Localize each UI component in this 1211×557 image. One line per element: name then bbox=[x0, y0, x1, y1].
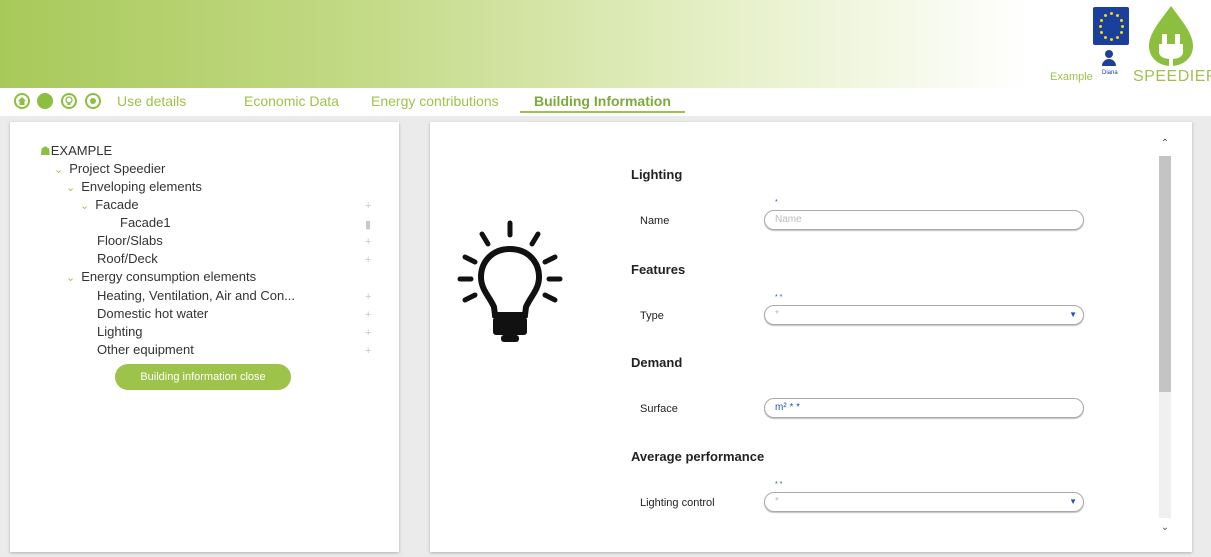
tree-item-dhw[interactable]: Domestic hot water bbox=[97, 306, 208, 321]
delete-icon[interactable]: ▮ bbox=[365, 218, 371, 231]
section-performance-title: Average performance bbox=[631, 449, 765, 464]
tree-item-enveloping[interactable]: ⌄ Enveloping elements bbox=[66, 179, 202, 194]
chevron-down-icon: ⌄ bbox=[66, 182, 76, 194]
scroll-thumb[interactable] bbox=[1159, 156, 1171, 392]
section-lighting-title: Lighting bbox=[631, 167, 683, 182]
globe-icon[interactable] bbox=[37, 93, 53, 109]
tree-item-facade[interactable]: ⌄ Facade bbox=[80, 197, 139, 212]
chevron-down-icon: ⌄ bbox=[66, 272, 76, 284]
add-icon[interactable]: + bbox=[365, 327, 371, 339]
building-information-close-button[interactable]: Building information close bbox=[115, 364, 291, 390]
surface-field[interactable]: m² * * bbox=[764, 398, 1084, 418]
type-label: Type bbox=[640, 310, 664, 322]
caret-down-icon: ▼ bbox=[1069, 497, 1077, 506]
name-required-marker: * bbox=[775, 199, 778, 206]
target-icon[interactable] bbox=[85, 93, 101, 109]
tab-building-information[interactable]: Building Information bbox=[520, 93, 685, 113]
add-icon[interactable]: + bbox=[365, 236, 371, 248]
bulb-icon[interactable] bbox=[61, 93, 77, 109]
tree-root-label: EXAMPLE bbox=[50, 143, 113, 158]
app-header: Diana Example SPEEDIER bbox=[0, 0, 1211, 88]
add-icon[interactable]: + bbox=[365, 345, 371, 357]
name-placeholder: Name bbox=[775, 214, 802, 225]
form-scrollbar[interactable]: ⌃ ⌄ bbox=[1158, 136, 1172, 538]
control-required-marker: * * bbox=[775, 481, 783, 488]
tree-item-floor[interactable]: Floor/Slabs bbox=[97, 233, 163, 248]
tree-item-label: Facade bbox=[95, 197, 139, 212]
tree-root[interactable]: ☗EXAMPLE bbox=[40, 143, 112, 158]
type-select[interactable]: * ▼ bbox=[764, 305, 1084, 325]
lighting-control-value: * bbox=[775, 496, 779, 507]
tree-item-label: Energy consumption elements bbox=[81, 269, 257, 284]
scroll-down-icon[interactable]: ⌄ bbox=[1158, 522, 1172, 533]
add-icon[interactable]: + bbox=[365, 291, 371, 303]
surface-label: Surface bbox=[640, 403, 678, 415]
home-icon: ☗ bbox=[40, 144, 51, 158]
name-label: Name bbox=[640, 215, 670, 227]
logo-text: SPEEDIER bbox=[1133, 68, 1211, 85]
tree-item-project[interactable]: ⌄ Project Speedier bbox=[54, 161, 165, 176]
building-tree-panel: ☗EXAMPLE ⌄ Project Speedier ⌄ Enveloping e… bbox=[10, 122, 399, 552]
tab-use-details[interactable]: Use details bbox=[117, 93, 186, 109]
scroll-up-icon[interactable]: ⌃ bbox=[1158, 138, 1172, 149]
user-icon[interactable] bbox=[1102, 50, 1116, 70]
add-icon[interactable]: + bbox=[365, 254, 371, 266]
tree-item-label: Enveloping elements bbox=[81, 179, 202, 194]
tree-item-energy[interactable]: ⌄ Energy consumption elements bbox=[66, 269, 256, 284]
section-demand-title: Demand bbox=[631, 355, 683, 370]
chevron-down-icon: ⌄ bbox=[80, 200, 90, 212]
surface-value: m² * * bbox=[775, 402, 800, 413]
tab-energy-contributions[interactable]: Energy contributions bbox=[371, 93, 499, 109]
project-example-label: Example bbox=[1050, 71, 1093, 83]
lighting-control-select[interactable]: * ▼ bbox=[764, 492, 1084, 512]
tree-item-label: Project Speedier bbox=[69, 161, 166, 176]
name-field[interactable]: Name bbox=[764, 210, 1084, 230]
type-required-marker: * * bbox=[775, 294, 783, 301]
caret-down-icon: ▼ bbox=[1069, 310, 1077, 319]
chevron-down-icon: ⌄ bbox=[54, 164, 64, 176]
section-features-title: Features bbox=[631, 262, 686, 277]
tree-item-lighting[interactable]: Lighting bbox=[97, 324, 143, 339]
add-icon[interactable]: + bbox=[365, 200, 371, 212]
speedier-logo-icon bbox=[1149, 6, 1193, 66]
main-nav: Use details Economic Data Energy contrib… bbox=[0, 88, 1211, 116]
home-icon[interactable] bbox=[14, 93, 30, 109]
tree-item-facade1[interactable]: Facade1 bbox=[120, 215, 171, 230]
type-value: * bbox=[775, 309, 779, 320]
lighting-form-panel: Lighting * Name Name Features * * Type *… bbox=[430, 122, 1192, 552]
tree-item-hvac[interactable]: Heating, Ventilation, Air and Con... bbox=[97, 288, 295, 303]
user-name: Diana bbox=[1102, 70, 1118, 76]
add-icon[interactable]: + bbox=[365, 309, 371, 321]
tree-item-roof[interactable]: Roof/Deck bbox=[97, 251, 158, 266]
lighting-control-label: Lighting control bbox=[640, 497, 715, 509]
tab-economic-data[interactable]: Economic Data bbox=[244, 93, 339, 109]
tree-item-other[interactable]: Other equipment bbox=[97, 342, 194, 357]
eu-flag-icon bbox=[1093, 7, 1129, 45]
lightbulb-icon bbox=[457, 220, 563, 342]
